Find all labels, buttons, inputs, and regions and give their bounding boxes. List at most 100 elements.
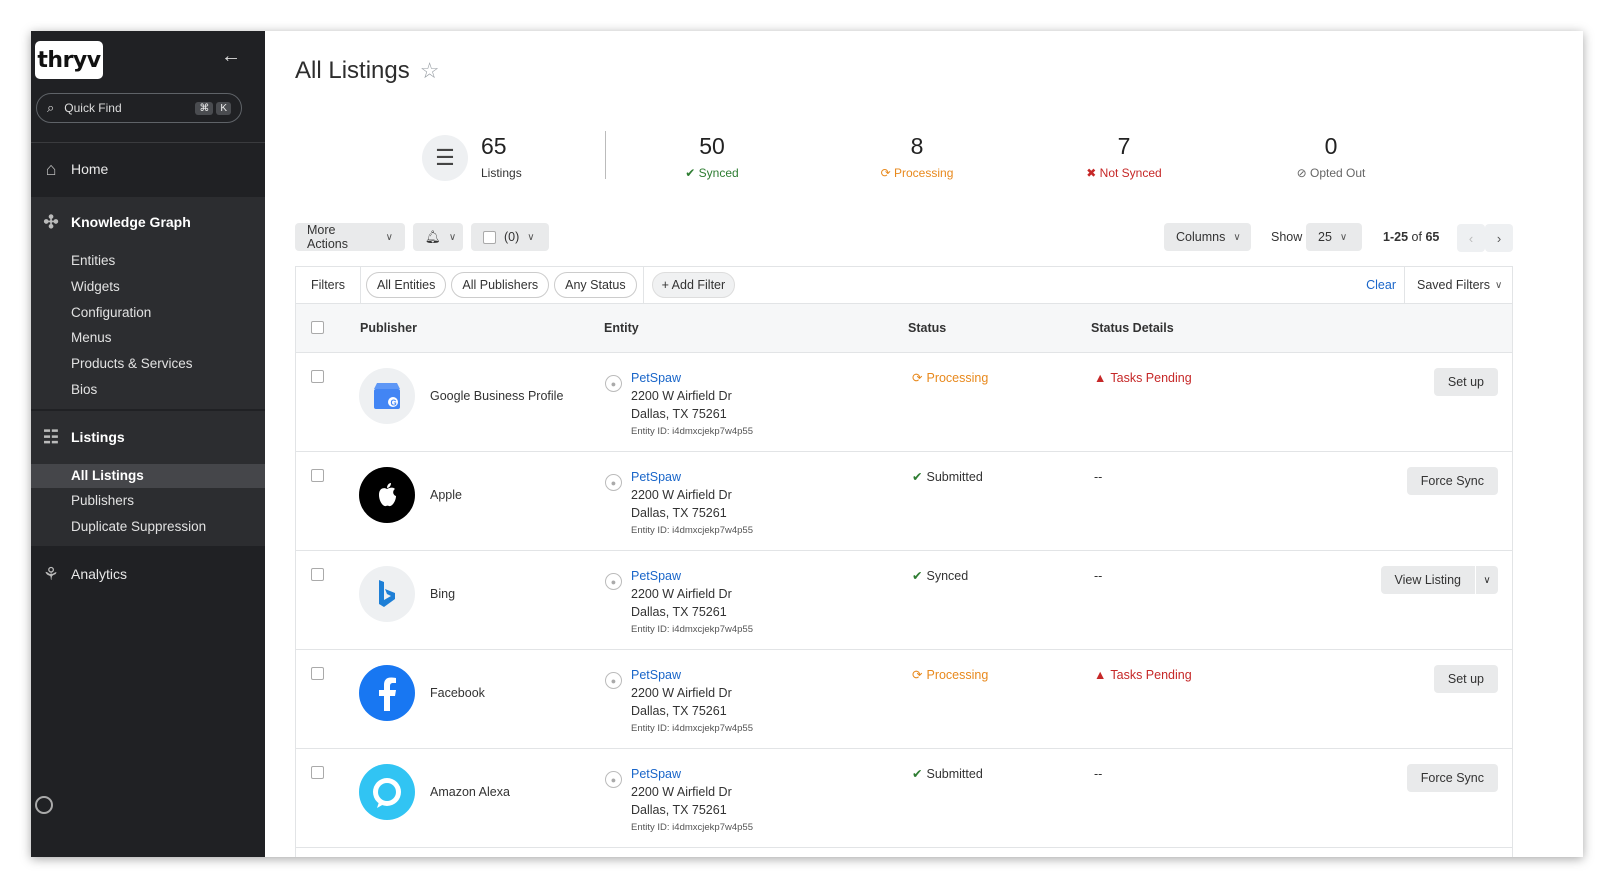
row-checkbox[interactable] — [311, 469, 324, 482]
add-filter-button[interactable]: + Add Filter — [651, 272, 736, 298]
entity-id: Entity ID: i4dmxcjekp7w4p55 — [631, 822, 753, 833]
sidebar-item-configuration[interactable]: Configuration — [71, 305, 151, 320]
search-input[interactable]: ⌕ Quick Find ⌘ K — [36, 93, 242, 123]
entity-info: PetSpaw 2200 W Airfield Dr Dallas, TX 75… — [631, 666, 753, 738]
entity-link[interactable]: PetSpaw — [631, 468, 753, 486]
filter-chip-status[interactable]: Any Status — [554, 272, 637, 298]
status-text: Synced — [926, 568, 969, 583]
check-icon: ✔ — [912, 470, 923, 484]
column-header-status[interactable]: Status — [908, 321, 946, 335]
view-listing-split-button: View Listing ∨ — [1380, 566, 1498, 594]
stat-opted-out[interactable]: 0 ⊘ Opted Out — [1291, 133, 1371, 180]
entity-link[interactable]: PetSpaw — [631, 765, 753, 783]
sidebar-item-publishers[interactable]: Publishers — [71, 493, 134, 508]
entity-address-line2: Dallas, TX 75261 — [631, 605, 727, 619]
column-header-entity[interactable]: Entity — [604, 321, 639, 335]
apple-logo-icon — [359, 467, 415, 523]
entity-link[interactable]: PetSpaw — [631, 567, 753, 585]
sidebar-item-bios[interactable]: Bios — [71, 382, 97, 397]
star-icon[interactable]: ☆ — [420, 58, 440, 84]
stat-value: 7 — [1117, 133, 1131, 159]
location-pin-icon: ● — [605, 474, 622, 491]
range-text: 1-25 — [1383, 230, 1409, 244]
bing-logo-icon — [359, 566, 415, 622]
selected-count: (0) — [504, 230, 520, 244]
sidebar-item-label: Listings — [71, 429, 125, 445]
column-header-status-details[interactable]: Status Details — [1091, 321, 1174, 335]
status-details[interactable]: ▲ Tasks Pending — [1094, 668, 1192, 682]
sidebar-item-entities[interactable]: Entities — [71, 253, 115, 268]
row-checkbox[interactable] — [311, 568, 324, 581]
user-avatar-icon[interactable] — [35, 796, 53, 814]
sidebar-item-listings[interactable]: ☷ Listings — [31, 426, 265, 448]
details-text: Tasks Pending — [1110, 371, 1192, 385]
filter-chip-entities[interactable]: All Entities — [366, 272, 447, 298]
more-actions-dropdown[interactable]: More Actions ∨ — [295, 223, 405, 251]
show-label: Show — [1271, 230, 1303, 244]
force-sync-button[interactable]: Force Sync — [1406, 467, 1498, 495]
app-window: thryv ← ⌕ Quick Find ⌘ K ⌂ Home ✣ Knowle… — [31, 31, 1583, 857]
set-up-button[interactable]: Set up — [1433, 665, 1498, 693]
sidebar-item-widgets[interactable]: Widgets — [71, 279, 120, 294]
stat-listings: 65 Listings — [481, 133, 522, 180]
entity-id: Entity ID: i4dmxcjekp7w4p55 — [631, 426, 753, 437]
stat-processing[interactable]: 8 ⟳ Processing — [877, 133, 957, 180]
entity-link[interactable]: PetSpaw — [631, 369, 753, 387]
select-all-dropdown[interactable]: (0) ∨ — [471, 223, 549, 251]
chevron-right-icon[interactable]: › — [1485, 224, 1513, 252]
location-pin-icon: ● — [605, 375, 622, 392]
stat-synced[interactable]: 50 ✔ Synced — [682, 133, 742, 180]
page-title: All Listings ☆ — [295, 57, 439, 85]
stat-not-synced[interactable]: 7 ✖ Not Synced — [1084, 133, 1164, 180]
sidebar-item-label: Home — [71, 161, 109, 177]
chevron-down-icon[interactable]: ∨ — [1476, 566, 1498, 594]
command-key: ⌘ — [195, 101, 214, 115]
status-badge: ⟳ Processing — [912, 667, 988, 683]
x-icon: ✖ — [1086, 166, 1100, 180]
entity-address-line1: 2200 W Airfield Dr — [631, 785, 732, 799]
sidebar-item-products-services[interactable]: Products & Services — [71, 356, 193, 371]
stat-value: 0 — [1324, 133, 1338, 159]
sidebar-item-knowledge-graph[interactable]: ✣ Knowledge Graph — [31, 211, 265, 233]
sidebar-item-duplicate-suppression[interactable]: Duplicate Suppression — [71, 519, 206, 534]
svg-text:G: G — [391, 399, 397, 408]
thryv-logo[interactable]: thryv — [35, 41, 103, 79]
details-text: Tasks Pending — [1110, 668, 1192, 682]
filter-chips: All Entities All Publishers Any Status — [361, 267, 644, 303]
publisher-name: Google Business Profile — [430, 389, 564, 403]
clear-filters-link[interactable]: Clear — [1366, 278, 1396, 292]
set-up-button[interactable]: Set up — [1433, 368, 1498, 396]
columns-dropdown[interactable]: Columns ∨ — [1164, 223, 1251, 251]
sidebar-item-home[interactable]: ⌂ Home — [31, 158, 265, 180]
force-sync-button[interactable]: Force Sync — [1406, 764, 1498, 792]
entity-info: PetSpaw 2200 W Airfield Dr Dallas, TX 75… — [631, 567, 753, 639]
filter-chip-publishers[interactable]: All Publishers — [451, 272, 550, 298]
page-size-select[interactable]: 25 ∨ — [1306, 223, 1362, 251]
sidebar-item-all-listings[interactable]: All Listings — [71, 468, 144, 483]
select-checkbox[interactable] — [483, 230, 496, 244]
saved-filters-dropdown[interactable]: Saved Filters ∨ — [1404, 267, 1512, 303]
sidebar: thryv ← ⌕ Quick Find ⌘ K ⌂ Home ✣ Knowle… — [31, 31, 265, 857]
chevron-down-icon: ∨ — [448, 231, 457, 243]
column-header-publisher[interactable]: Publisher — [360, 321, 417, 335]
chevron-left-icon[interactable]: ‹ — [1457, 224, 1485, 252]
chevron-down-icon: ∨ — [1339, 231, 1348, 243]
sidebar-item-analytics[interactable]: ⚘ Analytics — [31, 563, 265, 585]
listings-icon: ☷ — [42, 426, 60, 447]
sidebar-item-menus[interactable]: Menus — [71, 330, 112, 345]
arrow-left-icon[interactable]: ← — [221, 45, 241, 68]
entity-link[interactable]: PetSpaw — [631, 666, 753, 684]
divider — [605, 131, 606, 179]
row-checkbox[interactable] — [311, 370, 324, 383]
entity-address-line1: 2200 W Airfield Dr — [631, 389, 732, 403]
stat-value: 65 — [481, 133, 507, 159]
chevron-down-icon: ∨ — [385, 231, 393, 243]
status-details[interactable]: ▲ Tasks Pending — [1094, 371, 1192, 385]
select-all-checkbox[interactable] — [311, 321, 324, 334]
row-checkbox[interactable] — [311, 667, 324, 680]
row-checkbox[interactable] — [311, 766, 324, 779]
publisher-name: Amazon Alexa — [430, 785, 510, 799]
notifications-dropdown[interactable]: 🔔︎ ∨ — [413, 223, 463, 251]
check-icon: ✔ — [685, 166, 699, 180]
view-listing-button[interactable]: View Listing — [1380, 566, 1475, 594]
